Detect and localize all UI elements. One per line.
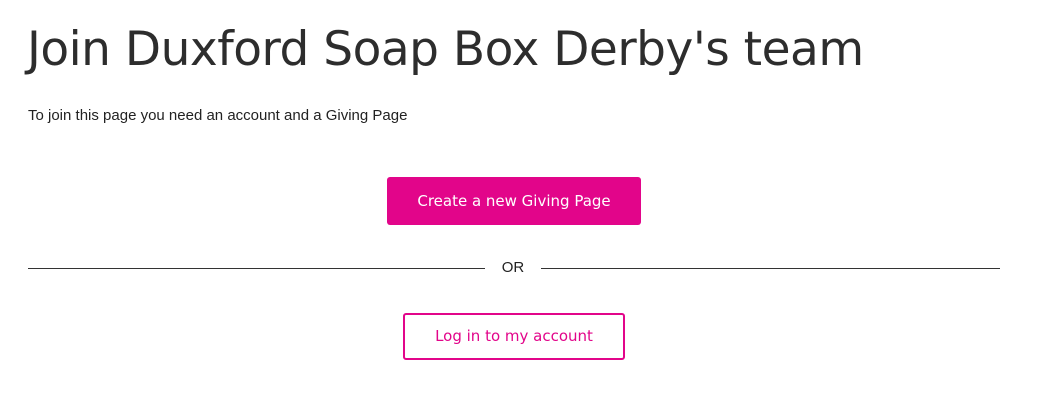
divider-label: OR xyxy=(501,259,525,276)
login-button[interactable]: Log in to my account xyxy=(403,313,625,360)
or-divider: OR xyxy=(28,258,1000,278)
intro-text: To join this page you need an account an… xyxy=(28,107,408,124)
divider-line-left xyxy=(28,268,485,269)
create-giving-page-button[interactable]: Create a new Giving Page xyxy=(387,177,641,225)
page-title: Join Duxford Soap Box Derby's team xyxy=(27,22,864,77)
divider-line-right xyxy=(541,268,1000,269)
